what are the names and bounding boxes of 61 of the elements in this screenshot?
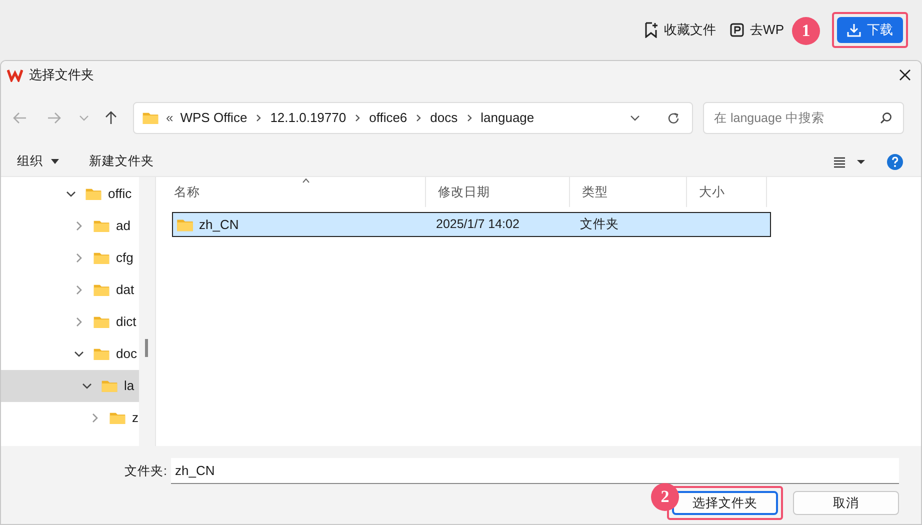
tree-item[interactable]: dict xyxy=(1,306,139,338)
folder-icon xyxy=(93,315,110,329)
refresh-icon[interactable] xyxy=(667,112,680,124)
chevron-right-icon xyxy=(416,114,422,122)
folder-icon xyxy=(93,283,110,297)
help-icon[interactable] xyxy=(887,154,903,170)
dropdown-icon[interactable] xyxy=(630,115,640,121)
folder-icon xyxy=(101,379,118,393)
close-icon[interactable] xyxy=(899,69,911,81)
download-button[interactable]: 下载 xyxy=(837,17,903,43)
wps-link-button[interactable]: 去WP xyxy=(730,20,784,40)
chevron-right-icon xyxy=(256,114,262,122)
select-folder-button[interactable]: 选择文件夹 xyxy=(672,491,778,515)
folder-icon xyxy=(93,251,110,265)
tree-item[interactable]: doc xyxy=(1,338,139,370)
view-menu-icon[interactable] xyxy=(833,156,867,168)
chevron-right-icon xyxy=(355,114,360,122)
breadcrumb-segment[interactable]: office6 xyxy=(369,108,408,128)
download-icon xyxy=(847,23,861,37)
folder-name-field[interactable]: zh_CN xyxy=(171,458,899,484)
tree-item[interactable]: la xyxy=(1,370,139,402)
file-type: 文件夹 xyxy=(580,216,620,234)
favorite-files-button[interactable]: 收藏文件 xyxy=(644,20,716,40)
overflow-chevron[interactable]: « xyxy=(166,108,174,128)
folder-label: 文件夹: xyxy=(124,462,167,480)
search-icon xyxy=(880,112,892,124)
app-logo-icon xyxy=(7,68,23,82)
breadcrumb-segment[interactable]: WPS Office xyxy=(180,108,248,128)
window-title: 选择文件夹 xyxy=(29,66,94,84)
tree-item[interactable]: ad xyxy=(1,210,139,242)
address-bar[interactable]: « WPS Office 12.1.0.19770 office6 docs language xyxy=(133,102,693,134)
tree-item[interactable]: dat xyxy=(1,274,139,306)
folder-icon xyxy=(109,411,126,425)
tree-item[interactable]: z xyxy=(1,402,139,434)
tree-item[interactable]: cfg xyxy=(1,242,139,274)
folder-icon xyxy=(85,187,102,201)
breadcrumb-segment[interactable]: 12.1.0.19770 xyxy=(270,108,346,128)
folder-icon xyxy=(93,347,110,361)
folder-icon xyxy=(142,111,159,125)
file-name: zh_CN xyxy=(199,216,239,234)
breadcrumb-segment[interactable]: docs xyxy=(430,108,458,128)
column-header[interactable]: 类型 xyxy=(570,177,687,207)
cancel-button[interactable]: 取消 xyxy=(793,491,899,515)
column-header[interactable]: 名称 xyxy=(156,177,426,207)
p-icon xyxy=(730,23,744,37)
folder-icon xyxy=(176,218,194,232)
file-date: 2025/1/7 14:02 xyxy=(436,216,520,234)
chevron-right-icon xyxy=(466,114,472,122)
new-folder-button[interactable]: 新建文件夹 xyxy=(89,152,154,171)
search-field[interactable]: 在 language 中搜索 xyxy=(703,102,904,134)
breadcrumb-segment[interactable]: language xyxy=(480,108,534,128)
file-row[interactable]: zh_CN 2025/1/7 14:02 文件夹 xyxy=(172,212,771,237)
bookmark-icon xyxy=(644,22,658,38)
column-header[interactable]: 修改日期 xyxy=(426,177,570,207)
organize-menu[interactable]: 组织 xyxy=(17,152,59,171)
step-number-badge: 1 xyxy=(792,17,820,45)
column-header[interactable]: 大小 xyxy=(687,177,767,207)
folder-icon xyxy=(93,219,110,233)
up-icon[interactable] xyxy=(105,111,117,125)
tree-item[interactable]: offic xyxy=(1,178,139,210)
caret-icon xyxy=(51,159,59,164)
